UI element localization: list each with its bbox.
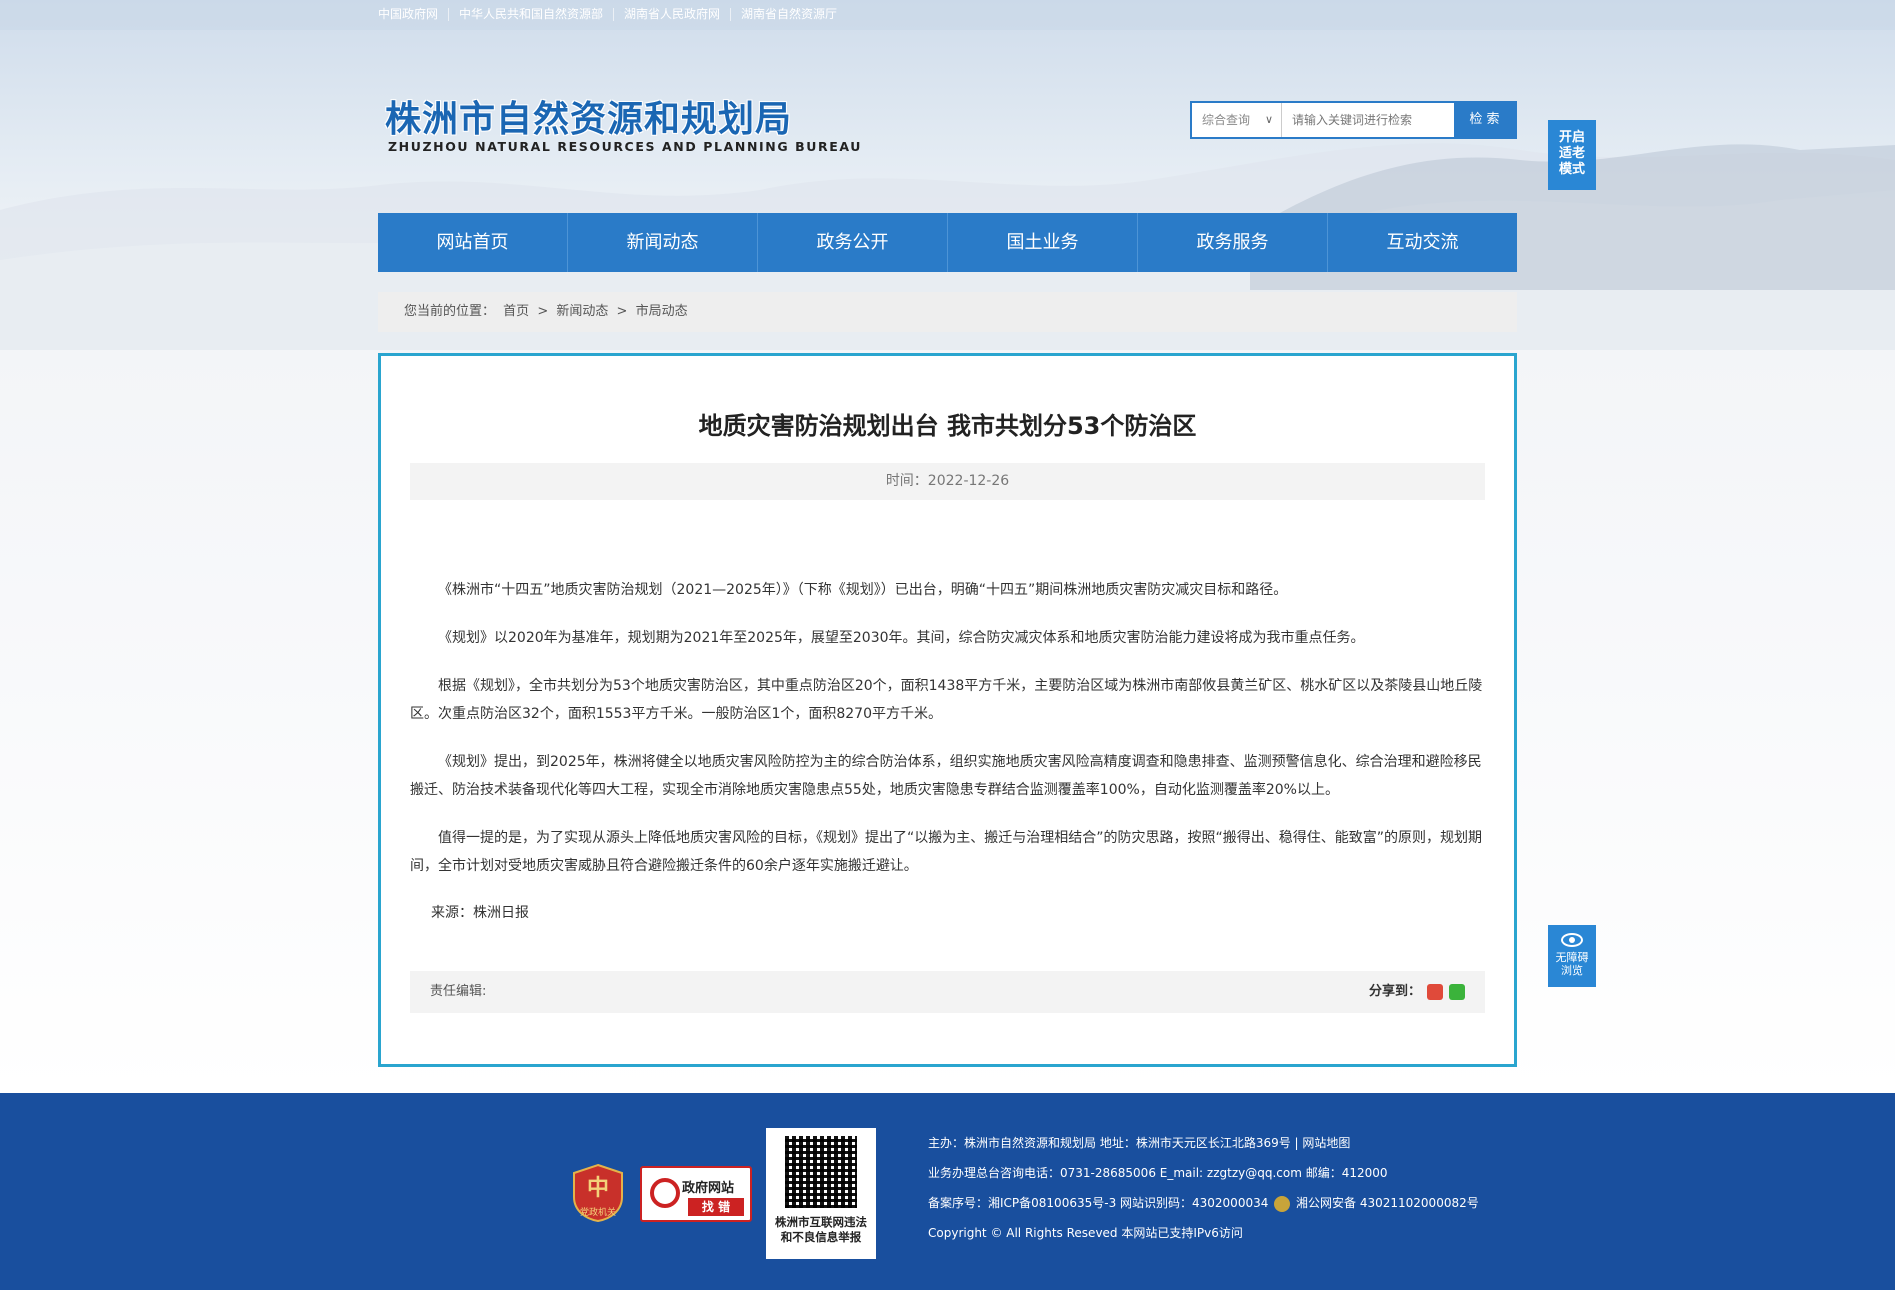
article-body: 《株洲市“十四五”地质灾害防治规划（2021—2025年）》（下称《规划》）已出… xyxy=(410,576,1485,900)
breadcrumb-item[interactable]: 首页 xyxy=(503,304,529,319)
party-gov-badge[interactable]: 中 党政机关 xyxy=(572,1163,624,1223)
breadcrumb-item[interactable]: 市局动态 xyxy=(636,304,688,319)
nav-item-gov-public[interactable]: 政务公开 xyxy=(758,213,948,272)
top-link[interactable]: 中华人民共和国自然资源部 xyxy=(449,8,615,21)
nav-item-interaction[interactable]: 互动交流 xyxy=(1328,213,1517,272)
article-time: 时间：2022-12-26 xyxy=(410,463,1485,500)
site-logo-title[interactable]: 株洲市自然资源和规划局 xyxy=(385,90,792,142)
top-link[interactable]: 湖南省人民政府网 xyxy=(614,8,732,21)
footer-info: 主办：株洲市自然资源和规划局 地址：株洲市天元区长江北路369号 | 网站地图 … xyxy=(928,1128,1479,1248)
report-qr[interactable]: 株洲市互联网违法和不良信息举报 xyxy=(766,1128,876,1259)
footer-line-icp: 备案序号：湘ICP备08100635号-3 网站识别码：4302000034 湘… xyxy=(928,1188,1479,1218)
article-paragraph: 《规划》提出，到2025年，株洲将健全以地质灾害风险防控为主的综合防治体系，组织… xyxy=(410,754,1482,798)
footer-line-copyright: Copyright © All Rights Reseved 本网站已支持IPv… xyxy=(928,1226,1243,1240)
breadcrumb: 您当前的位置： 首页 > 新闻动态 > 市局动态 xyxy=(378,292,1517,332)
wechat-icon[interactable] xyxy=(1449,984,1465,1000)
gov-site-error-badge[interactable]: 政府网站 找 错 xyxy=(640,1166,752,1222)
footer-line-host: 主办：株洲市自然资源和规划局 地址：株洲市天元区长江北路369号 | 网站地图 xyxy=(928,1136,1351,1150)
share-label: 分享到： xyxy=(1368,984,1421,999)
top-link[interactable]: 中国政府网 xyxy=(378,8,450,21)
accessibility-button[interactable]: 无障碍 浏览 xyxy=(1548,925,1596,987)
nav-item-services[interactable]: 政务服务 xyxy=(1138,213,1328,272)
nav-item-news[interactable]: 新闻动态 xyxy=(568,213,758,272)
nav-item-land[interactable]: 国土业务 xyxy=(948,213,1138,272)
search-scope-select[interactable]: 综合查询 ∨ xyxy=(1192,103,1282,137)
article-paragraph: 根据《规划》，全市共划分为53个地质灾害防治区，其中重点防治区20个，面积143… xyxy=(410,678,1483,722)
footer-icp-text: 备案序号：湘ICP备08100635号-3 网站识别码：4302000034 xyxy=(928,1196,1269,1210)
accessibility-label-2: 浏览 xyxy=(1561,964,1583,977)
eye-icon xyxy=(1561,933,1583,947)
nav-item-home[interactable]: 网站首页 xyxy=(378,213,568,272)
search-button[interactable]: 检 索 xyxy=(1454,103,1515,137)
footer-police-text[interactable]: 湘公网安备 43021102000082号 xyxy=(1296,1196,1479,1210)
search-input[interactable]: 请输入关键词进行检索 xyxy=(1282,103,1454,137)
search-scope-label: 综合查询 xyxy=(1202,113,1251,127)
editor-label: 责任编辑: xyxy=(430,984,487,999)
gov-site-error-title: 政府网站 xyxy=(682,1181,735,1196)
qr-code-icon xyxy=(785,1136,857,1208)
weibo-icon[interactable] xyxy=(1427,984,1443,1000)
breadcrumb-separator: > xyxy=(616,304,628,319)
party-gov-badge-text: 党政机关 xyxy=(580,1206,616,1218)
top-link[interactable]: 湖南省自然资源厅 xyxy=(731,8,847,21)
article-paragraph: 《规划》以2020年为基准年，规划期为2021年至2025年，展望至2030年。… xyxy=(438,630,1365,646)
article-source: 来源：株洲日报 xyxy=(431,905,529,921)
police-emblem-icon xyxy=(1274,1195,1291,1212)
editor-bar: 责任编辑: 分享到： xyxy=(410,971,1485,1013)
article-title: 地质灾害防治规划出台 我市共划分53个防治区 xyxy=(698,412,1197,440)
accessibility-label-1: 无障碍 xyxy=(1555,951,1589,964)
qr-caption: 株洲市互联网违法和不良信息举报 xyxy=(775,1215,867,1244)
article-paragraph: 值得一提的是，为了实现从源头上降低地质灾害风险的目标，《规划》提出了“以搬为主、… xyxy=(410,830,1483,874)
main-nav: 网站首页 新闻动态 政务公开 国土业务 政务服务 互动交流 xyxy=(378,213,1517,272)
article-paragraph: 《株洲市“十四五”地质灾害防治规划（2021—2025年）》（下称《规划》）已出… xyxy=(438,582,1288,598)
article-panel: 地质灾害防治规划出台 我市共划分53个防治区 时间：2022-12-26 《株洲… xyxy=(378,353,1517,1067)
breadcrumb-separator: > xyxy=(537,304,549,319)
top-links-bar xyxy=(0,0,1895,30)
svg-text:中: 中 xyxy=(587,1176,609,1201)
breadcrumb-item[interactable]: 新闻动态 xyxy=(556,304,608,319)
top-links: 中国政府网 中华人民共和国自然资源部 湖南省人民政府网 湖南省自然资源厅 xyxy=(378,8,847,21)
share-bar: 分享到： xyxy=(1369,971,1465,1013)
gov-site-error-action: 找 错 xyxy=(688,1198,744,1216)
breadcrumb-prefix: 您当前的位置： xyxy=(404,304,496,319)
magnifier-icon xyxy=(650,1178,680,1208)
chevron-down-icon: ∨ xyxy=(1264,113,1273,126)
search-bar: 综合查询 ∨ 请输入关键词进行检索 检 索 xyxy=(1190,101,1517,139)
site-logo-subtitle: ZHUZHOU NATURAL RESOURCES AND PLANNING B… xyxy=(388,139,863,154)
footer-line-contact: 业务办理总台咨询电话：0731-28685006 E_mail: zzgtzy@… xyxy=(928,1166,1388,1180)
elder-mode-button[interactable]: 开启适老模式 xyxy=(1548,120,1596,190)
